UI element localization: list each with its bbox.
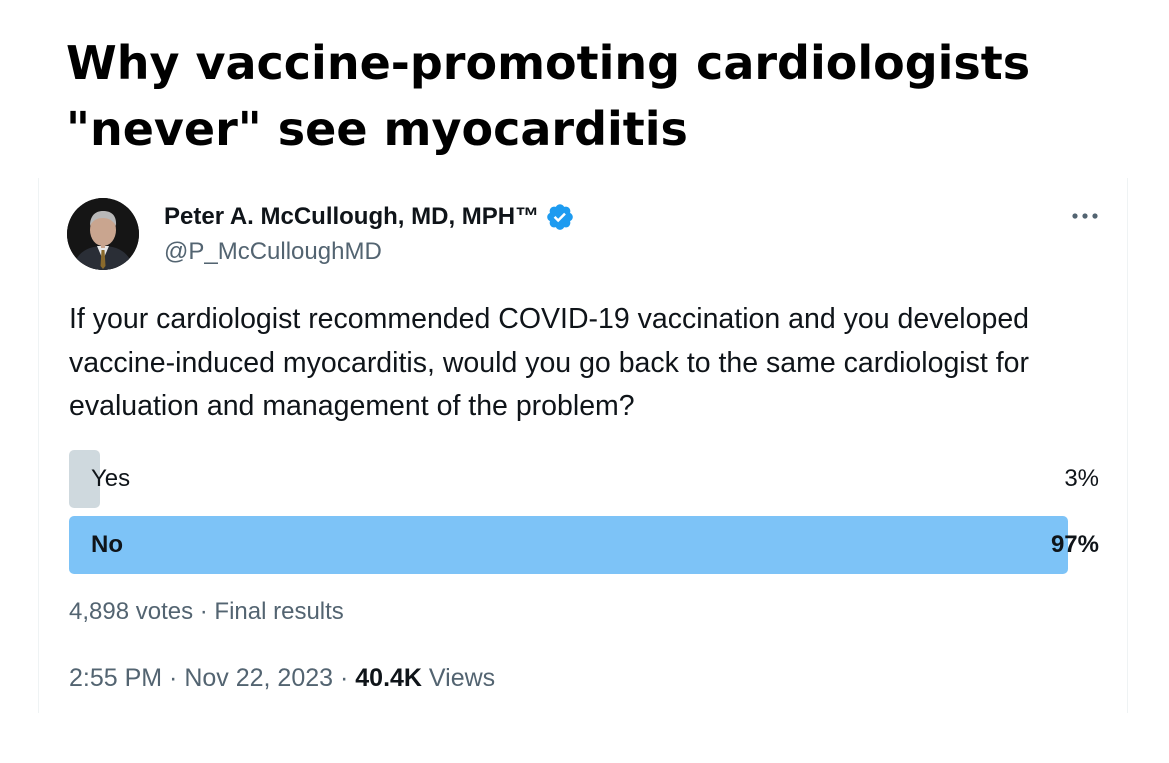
separator-dot: ·	[193, 598, 215, 625]
separator-dot: ·	[333, 664, 356, 692]
views-label[interactable]: Views	[422, 664, 495, 692]
poll-option-no: No 97%	[69, 516, 1099, 574]
poll-status: Final results	[214, 598, 344, 625]
tweet-card: Peter A. McCullough, MD, MPH™ @P_McCullo…	[38, 178, 1128, 713]
separator-dot: ·	[162, 664, 185, 692]
poll-option-percent: 3%	[1064, 465, 1099, 492]
author-block: Peter A. McCullough, MD, MPH™ @P_McCullo…	[164, 200, 575, 266]
poll-option-percent: 97%	[1050, 531, 1099, 558]
poll-bar-no	[69, 516, 1069, 574]
poll-option-yes: Yes 3%	[69, 450, 1099, 508]
more-horizontal-icon[interactable]	[1069, 204, 1101, 228]
author-name[interactable]: Peter A. McCullough, MD, MPH™	[164, 203, 539, 231]
headline-line-1: Why vaccine-promoting cardiologists	[66, 36, 1031, 90]
author-name-row: Peter A. McCullough, MD, MPH™	[164, 200, 575, 234]
poll-option-label: Yes	[91, 465, 131, 492]
tweet-date[interactable]: Nov 22, 2023	[184, 664, 333, 692]
tweet-text: If your cardiologist recommended COVID-1…	[69, 303, 1030, 422]
avatar[interactable]	[67, 198, 139, 270]
verified-badge-icon[interactable]	[545, 202, 575, 232]
poll-meta: 4,898 votes · Final results	[69, 598, 344, 626]
poll-option-label: No	[91, 531, 123, 558]
tweet-timestamp: 2:55 PM · Nov 22, 2023 · 40.4K Views	[69, 664, 495, 693]
views-count[interactable]: 40.4K	[355, 664, 422, 692]
tweet-time[interactable]: 2:55 PM	[69, 664, 162, 692]
author-handle[interactable]: @P_McCulloughMD	[164, 238, 575, 266]
poll-votes: 4,898 votes	[69, 598, 194, 625]
headline: Why vaccine-promoting cardiologists "nev…	[66, 30, 1126, 162]
headline-line-2: "never" see myocarditis	[66, 102, 688, 156]
poll: Yes 3% No 97%	[69, 450, 1099, 582]
